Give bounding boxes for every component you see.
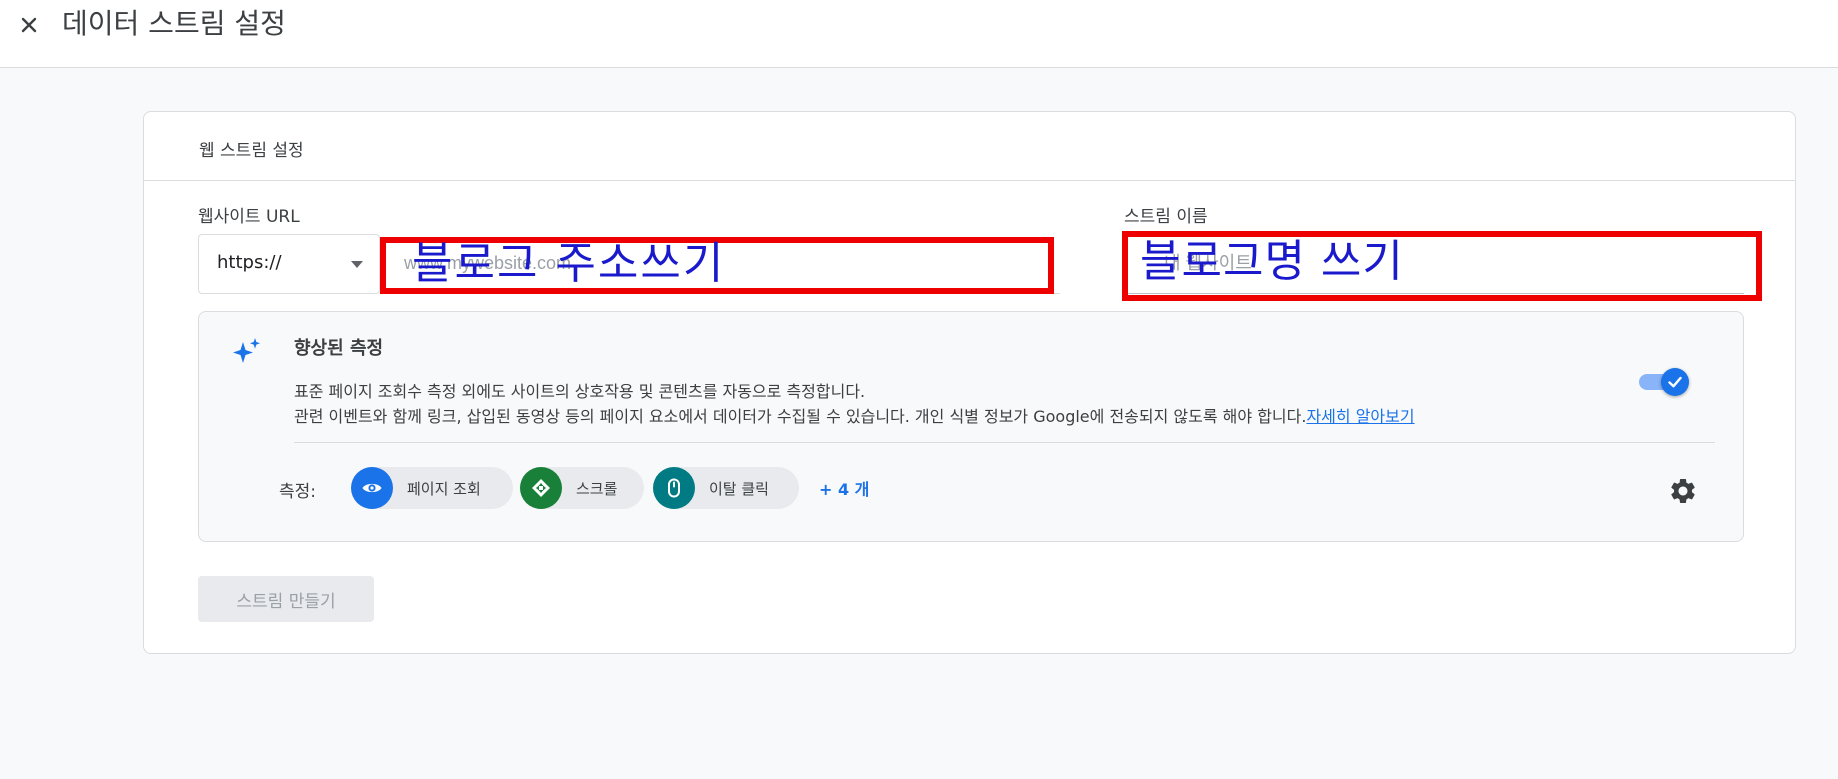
chip-icon-circle bbox=[520, 467, 562, 509]
chip-outbound-click[interactable]: 이탈 클릭 bbox=[653, 467, 799, 509]
url-annotation-text: 블로그 주소쓰기 bbox=[412, 238, 726, 289]
measurement-settings-button[interactable] bbox=[1668, 476, 1698, 506]
card-header: 웹 스트림 설정 bbox=[144, 112, 1795, 181]
chip-label: 페이지 조회 bbox=[407, 480, 481, 498]
sparkle-icon bbox=[233, 338, 260, 363]
desc-2-text: 관련 이벤트와 함께 링크, 삽입된 동영상 등의 페이지 요소에서 데이터가 … bbox=[294, 407, 1307, 426]
chip-scroll[interactable]: 스크롤 bbox=[520, 467, 644, 509]
web-stream-card: 웹 스트림 설정 웹사이트 URL 스트림 이름 https:// 블로그 주소… bbox=[143, 111, 1796, 654]
dropdown-caret-icon bbox=[351, 261, 363, 268]
close-button[interactable] bbox=[12, 8, 46, 42]
enhanced-measurement-toggle[interactable] bbox=[1639, 367, 1689, 396]
top-bar: 데이터 스트림 설정 bbox=[0, 0, 1838, 68]
enhanced-measurement-title: 향상된 측정 bbox=[294, 338, 384, 359]
page-title: 데이터 스트림 설정 bbox=[62, 7, 286, 40]
enhanced-measurement-desc-2: 관련 이벤트와 함께 링크, 삽입된 동영상 등의 페이지 요소에서 데이터가 … bbox=[294, 403, 1415, 427]
protocol-select[interactable]: https:// bbox=[198, 234, 380, 294]
more-measurements-link[interactable]: + 4 개 bbox=[819, 476, 869, 500]
protocol-value: https:// bbox=[217, 252, 282, 273]
scroll-icon bbox=[532, 479, 550, 497]
chip-icon-circle bbox=[653, 467, 695, 509]
check-icon bbox=[1668, 376, 1682, 388]
card-title: 웹 스트림 설정 bbox=[199, 141, 304, 161]
measurement-label: 측정: bbox=[279, 482, 317, 502]
stream-name-label: 스트림 이름 bbox=[1124, 207, 1208, 227]
enhanced-measurement-panel: 향상된 측정 표준 페이지 조회수 측정 외에도 사이트의 상호작용 및 콘텐츠… bbox=[198, 311, 1744, 542]
eye-icon bbox=[362, 483, 382, 493]
learn-more-link[interactable]: 자세히 알아보기 bbox=[1306, 407, 1414, 426]
chip-icon-circle bbox=[351, 467, 393, 509]
name-annotation-text: 블로그명 쓰기 bbox=[1140, 236, 1404, 287]
chip-label: 이탈 클릭 bbox=[709, 480, 769, 498]
chip-page-view[interactable]: 페이지 조회 bbox=[351, 467, 513, 509]
toggle-knob bbox=[1661, 368, 1689, 396]
mouse-icon bbox=[668, 478, 680, 498]
chip-label: 스크롤 bbox=[576, 480, 618, 498]
website-url-label: 웹사이트 URL bbox=[198, 207, 300, 227]
enhanced-measurement-desc-1: 표준 페이지 조회수 측정 외에도 사이트의 상호작용 및 콘텐츠를 자동으로 … bbox=[294, 382, 866, 401]
create-stream-button[interactable]: 스트림 만들기 bbox=[198, 576, 374, 622]
panel-divider bbox=[294, 442, 1715, 443]
gear-icon bbox=[1671, 479, 1695, 503]
close-icon bbox=[21, 17, 37, 33]
